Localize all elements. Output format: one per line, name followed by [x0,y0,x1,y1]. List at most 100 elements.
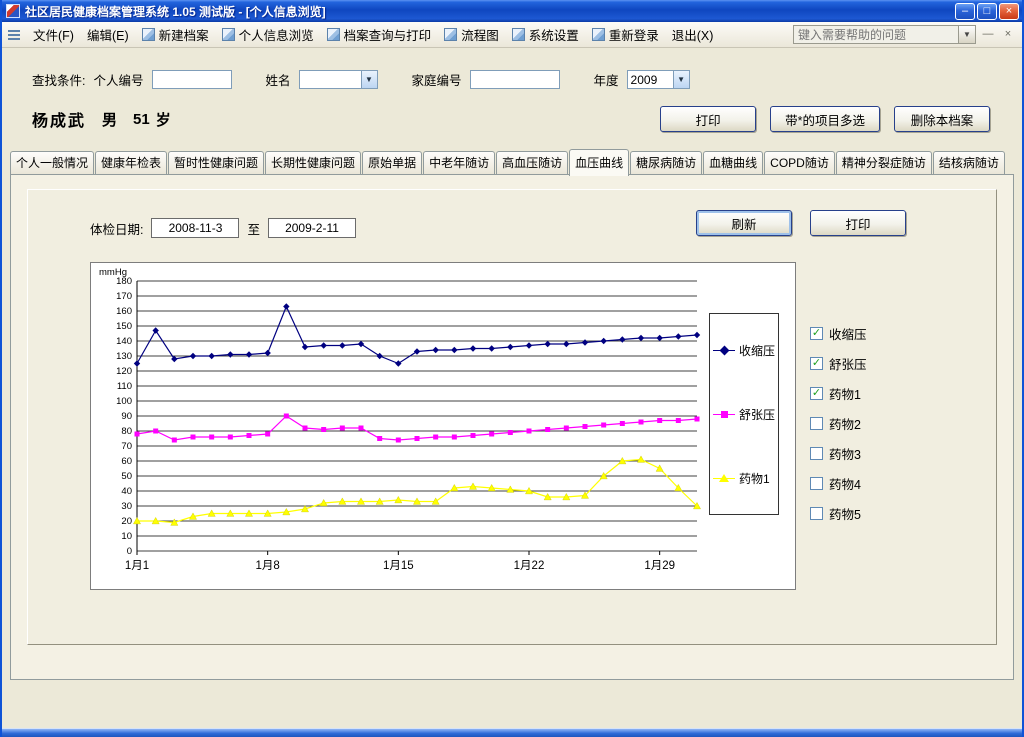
svg-text:20: 20 [121,516,132,527]
legend-label: 舒张压 [739,406,775,423]
refresh-button[interactable]: 刷新 [696,210,792,236]
menu-item-label: 重新登录 [609,25,659,44]
family-id-input[interactable] [470,70,560,89]
tab-bp-curve[interactable]: 血压曲线 [569,149,629,176]
menu-item-edit[interactable]: 编辑(E) [81,22,135,47]
checkbox-icon[interactable]: ✓ [810,387,823,400]
tab-original-docs[interactable]: 原始单据 [362,151,422,175]
toolbar-dash-icon[interactable]: — [980,26,996,43]
checkbox-systolic[interactable]: ✓ 收缩压 [810,324,867,343]
flowchart-icon [444,28,457,41]
status-bar [2,728,1022,737]
tab-hypertension-followup[interactable]: 高血压随访 [496,151,568,175]
checkbox-label: 收缩压 [829,324,867,343]
tab-longterm-health[interactable]: 长期性健康问题 [265,151,361,175]
tab-middle-aged-followup[interactable]: 中老年随访 [423,151,495,175]
checkbox-drug3[interactable]: 药物3 [810,444,867,463]
name-combo-arrow-icon[interactable]: ▼ [361,70,378,89]
checkbox-diastolic[interactable]: ✓舒张压 [810,354,867,373]
toolbar-close-icon[interactable]: × [1000,26,1016,43]
checkbox-icon[interactable] [810,477,823,490]
help-search: ▼ — × [793,25,1016,44]
menu-item-relogin[interactable]: 重新登录 [586,22,665,47]
help-search-input[interactable] [793,25,959,44]
person-age-unit: 岁 [156,109,171,130]
svg-text:170: 170 [116,291,132,302]
checkbox-drug5[interactable]: 药物5 [810,504,867,523]
name-label: 姓名 [266,70,291,89]
diastolic-marker-icon [713,409,735,419]
chart-legend: 收缩压 舒张压 药物1 [709,313,779,515]
menu-item-file[interactable]: 文件(F) [27,22,80,47]
legend-item-diastolic: 舒张压 [713,406,775,423]
menu-item-flowchart[interactable]: 流程图 [438,22,505,47]
tab-personal-general[interactable]: 个人一般情况 [10,151,94,175]
checkbox-drug4[interactable]: 药物4 [810,474,867,493]
new-record-icon [142,28,155,41]
exam-date-row: 体检日期: 至 [90,218,356,238]
menubar: 文件(F) 编辑(E) 新建档案 个人信息浏览 档案查询与打印 流程图 系统设置… [2,22,1022,48]
systolic-marker-icon [713,345,735,355]
svg-text:10: 10 [121,531,132,542]
svg-text:1月29: 1月29 [644,560,675,572]
tab-glucose-curve[interactable]: 血糖曲线 [703,151,763,175]
maximize-button[interactable]: □ [977,3,997,20]
svg-text:140: 140 [116,336,132,347]
svg-text:150: 150 [116,321,132,332]
exam-date-from-input[interactable] [151,218,239,238]
checkbox-drug2[interactable]: 药物2 [810,414,867,433]
tab-diabetes-followup[interactable]: 糖尿病随访 [630,151,702,175]
checkbox-label: 药物3 [829,444,861,463]
svg-text:80: 80 [121,426,132,437]
year-combo-arrow-icon[interactable]: ▼ [673,70,690,89]
tab-copd-followup[interactable]: COPD随访 [764,151,835,175]
menu-item-exit[interactable]: 退出(X) [666,22,720,47]
multi-select-button[interactable]: 带*的项目多选 [770,106,880,132]
bp-curve-inner-panel: 体检日期: 至 刷新 打印 01020304050607080901001101… [27,189,997,645]
minimize-button[interactable]: – [955,3,975,20]
checkbox-icon[interactable] [810,447,823,460]
tab-strip: 个人一般情况 健康年检表 暂时性健康问题 长期性健康问题 原始单据 中老年随访 … [10,148,1014,175]
tab-schizophrenia-followup[interactable]: 精神分裂症随访 [836,151,932,175]
print-chart-button[interactable]: 打印 [810,210,906,236]
delete-record-button[interactable]: 删除本档案 [894,106,990,132]
name-combo[interactable]: ▼ [299,70,378,89]
svg-text:90: 90 [121,411,132,422]
menu-item-label: 新建档案 [159,25,209,44]
year-combo-input[interactable] [627,70,673,89]
personal-info-icon [222,28,235,41]
svg-text:1月15: 1月15 [383,560,414,572]
personal-id-input[interactable] [152,70,232,89]
checkbox-icon[interactable]: ✓ [810,327,823,340]
menu-item-label: 流程图 [461,25,499,44]
exam-date-label: 体检日期: [90,219,143,238]
menu-item-new-record[interactable]: 新建档案 [136,22,215,47]
tab-annual-exam[interactable]: 健康年检表 [95,151,167,175]
menu-item-query-print[interactable]: 档案查询与打印 [321,22,438,47]
svg-text:130: 130 [116,351,132,362]
year-combo[interactable]: ▼ [627,70,690,89]
svg-text:mmHg: mmHg [99,267,127,278]
person-name: 杨成武 [32,107,86,131]
checkbox-icon[interactable] [810,507,823,520]
exam-date-to-input[interactable] [268,218,356,238]
close-button[interactable]: × [999,3,1019,20]
checkbox-label: 药物4 [829,474,861,493]
checkbox-label: 药物1 [829,384,861,403]
help-dropdown-icon[interactable]: ▼ [959,25,976,44]
window-title: 社区居民健康档案管理系统 1.05 测试版 - [个人信息浏览] [25,3,953,20]
drug1-marker-icon [713,473,735,483]
menu-item-personal-info[interactable]: 个人信息浏览 [216,22,320,47]
print-button[interactable]: 打印 [660,106,756,132]
tab-temporary-health[interactable]: 暂时性健康问题 [168,151,264,175]
name-combo-input[interactable] [299,70,361,89]
menu-item-system-settings[interactable]: 系统设置 [506,22,585,47]
svg-text:100: 100 [116,396,132,407]
checkbox-drug1[interactable]: ✓ 药物1 [810,384,867,403]
tab-tb-followup[interactable]: 结核病随访 [933,151,1005,175]
checkbox-icon[interactable]: ✓ [810,357,823,370]
series-checkbox-column: ✓ 收缩压 ✓舒张压 ✓ 药物1 药物2 药物3 药物4 药物5 [810,324,867,523]
legend-label: 收缩压 [739,342,775,359]
checkbox-icon[interactable] [810,417,823,430]
menu-grip-icon [8,30,20,40]
